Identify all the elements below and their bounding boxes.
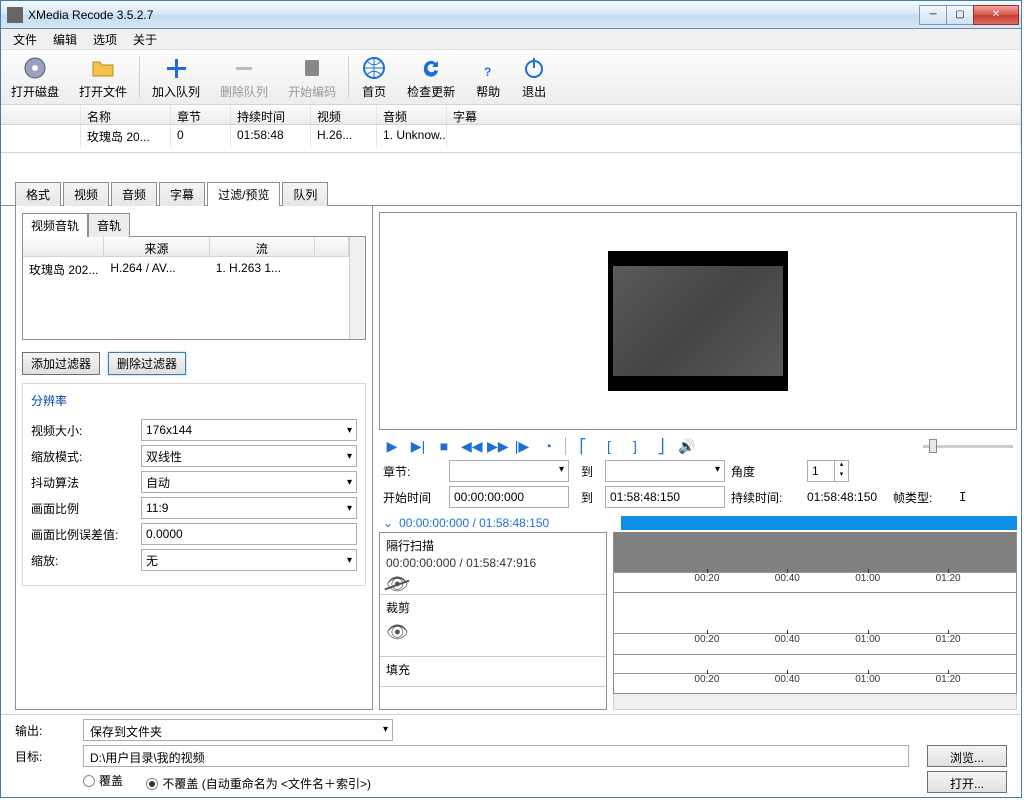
disc-icon: [22, 55, 48, 81]
encode-icon: [299, 55, 325, 81]
chapter-to-combo[interactable]: [605, 460, 725, 482]
bracket-close-icon[interactable]: ]: [626, 438, 644, 454]
menubar: 文件 编辑 选项 关于: [1, 29, 1021, 49]
stop-icon[interactable]: ■: [435, 438, 453, 454]
right-pane: ▶ ▶| ■ ◀◀ ▶▶ |▶ ◔ ⎡ [ ] ⎦ 🔊 章节: 到 角度: [379, 212, 1017, 710]
timeline-track-1[interactable]: 00:2000:4001:0001:20: [613, 532, 1017, 593]
overwrite-radio[interactable]: 覆盖: [83, 772, 123, 789]
video-preview: [379, 212, 1017, 430]
tb-del-queue: 删除队列: [210, 52, 278, 102]
main-tabs: 格式 视频 音频 字幕 过滤/预览 队列: [1, 181, 1021, 205]
next-icon[interactable]: ▶|: [409, 438, 427, 455]
mark-out-icon[interactable]: ⎦: [652, 438, 670, 455]
timeline-track-3[interactable]: 00:2000:4001:0001:20: [613, 655, 1017, 695]
filter-deinterlace[interactable]: 隔行扫描00:00:00:000 / 01:58:47:916👁: [380, 533, 606, 595]
step-icon[interactable]: |▶: [513, 438, 531, 455]
track-scrollbar[interactable]: [349, 237, 365, 339]
file-row[interactable]: 玫瑰岛 20... 0 01:58:48 H.26... 1. Unknow..…: [1, 125, 1021, 147]
output-bar: 输出: 保存到文件夹 目标: D:\用户目录\我的视频 浏览... 覆盖 不覆盖…: [1, 714, 1021, 797]
tab-video[interactable]: 视频: [63, 182, 109, 206]
play-icon[interactable]: ▶: [383, 438, 401, 455]
aspect-error-input[interactable]: 0.0000: [141, 523, 357, 545]
aspect-combo[interactable]: 11:9: [141, 497, 357, 519]
dither-combo[interactable]: 自动: [141, 471, 357, 493]
preview-frame: [608, 251, 788, 391]
rewind-icon[interactable]: ◀◀: [461, 438, 479, 455]
tb-add-queue[interactable]: 加入队列: [142, 52, 210, 102]
menu-edit[interactable]: 编辑: [45, 29, 85, 50]
window-title: XMedia Recode 3.5.2.7: [28, 8, 920, 22]
minimize-button[interactable]: ─: [919, 5, 947, 25]
tab-subtitle[interactable]: 字幕: [159, 182, 205, 206]
target-path-input[interactable]: D:\用户目录\我的视频: [83, 745, 909, 767]
tab-format[interactable]: 格式: [15, 182, 61, 206]
output-mode-combo[interactable]: 保存到文件夹: [83, 719, 393, 741]
subtab-videotrack[interactable]: 视频音轨: [22, 213, 88, 237]
maximize-button[interactable]: ▢: [946, 5, 974, 25]
subtab-audiotrack[interactable]: 音轨: [88, 213, 130, 237]
volume-slider[interactable]: [923, 445, 1013, 448]
open-button[interactable]: 打开...: [927, 771, 1007, 793]
svg-text:?: ?: [484, 65, 491, 79]
tb-home[interactable]: 首页: [351, 52, 397, 102]
eye-off-icon[interactable]: 👁: [386, 574, 409, 595]
tb-update[interactable]: 检查更新: [397, 52, 465, 102]
track-grid: 玫瑰岛 202... 来源H.264 / AV... 流1. H.263 1..…: [23, 237, 365, 339]
timeline-hscroll[interactable]: [613, 694, 1017, 710]
file-grid: 名称 章节 持续时间 视频 音频 字幕 玫瑰岛 20... 0 01:58:48…: [1, 105, 1021, 153]
power-icon: [521, 55, 547, 81]
app-window: XMedia Recode 3.5.2.7 ─ ▢ ✕ 文件 编辑 选项 关于 …: [0, 0, 1022, 798]
delete-filter-button[interactable]: 删除过滤器: [108, 352, 186, 375]
start-time-input[interactable]: 00:00:00:000: [449, 486, 569, 508]
timeline-track-2[interactable]: 00:2000:4001:0001:20: [613, 593, 1017, 654]
filter-pad[interactable]: 填充: [380, 657, 606, 687]
titlebar: XMedia Recode 3.5.2.7 ─ ▢ ✕: [1, 1, 1021, 29]
no-overwrite-radio[interactable]: 不覆盖 (自动重命名为 <文件名＋索引>): [146, 775, 371, 792]
tb-open-disc[interactable]: 打开磁盘: [1, 52, 69, 102]
menu-file[interactable]: 文件: [5, 29, 45, 50]
tb-exit[interactable]: 退出: [511, 52, 557, 102]
tb-start-encode: 开始编码: [278, 52, 346, 102]
tb-help[interactable]: ?帮助: [465, 52, 511, 102]
chevron-down-icon[interactable]: ⌄: [383, 516, 393, 530]
menu-about[interactable]: 关于: [125, 29, 165, 50]
left-pane: 视频音轨 音轨 玫瑰岛 202... 来源H.264 / AV... 流1. H…: [15, 206, 373, 710]
volume-icon[interactable]: 🔊: [678, 438, 696, 455]
clock-icon[interactable]: ◔: [539, 438, 557, 454]
globe-icon: [361, 55, 387, 81]
filter-crop[interactable]: 裁剪👁: [380, 595, 606, 657]
mark-in-icon[interactable]: ⎡: [574, 438, 592, 455]
tab-audio[interactable]: 音频: [111, 182, 157, 206]
close-button[interactable]: ✕: [973, 5, 1019, 25]
menu-options[interactable]: 选项: [85, 29, 125, 50]
zoom-combo[interactable]: 无: [141, 549, 357, 571]
eye-icon[interactable]: 👁: [386, 622, 409, 643]
scale-mode-combo[interactable]: 双线性: [141, 445, 357, 467]
refresh-icon: [418, 55, 444, 81]
plus-icon: [163, 55, 189, 81]
player-controls: ▶ ▶| ■ ◀◀ ▶▶ |▶ ◔ ⎡ [ ] ⎦ 🔊: [379, 434, 1017, 458]
angle-spinner[interactable]: 1▴▾: [807, 460, 849, 482]
video-size-combo[interactable]: 176x144: [141, 419, 357, 441]
bracket-open-icon[interactable]: [: [600, 438, 618, 454]
progress-bar[interactable]: [621, 516, 1017, 530]
resolution-group: 分辨率 视频大小:176x144 缩放模式:双线性 抖动算法自动 画面比例11:…: [22, 383, 366, 586]
app-icon: [7, 7, 23, 23]
tb-open-file[interactable]: 打开文件: [69, 52, 137, 102]
help-icon: ?: [475, 55, 501, 81]
toolbar: 打开磁盘 打开文件 加入队列 删除队列 开始编码 首页 检查更新 ?帮助 退出: [1, 49, 1021, 105]
chapter-from-combo[interactable]: [449, 460, 569, 482]
tab-filter-preview[interactable]: 过滤/预览: [207, 182, 280, 206]
folder-icon: [90, 55, 116, 81]
end-time-input[interactable]: 01:58:48:150: [605, 486, 725, 508]
tab-queue[interactable]: 队列: [282, 182, 328, 206]
browse-button[interactable]: 浏览...: [927, 745, 1007, 767]
add-filter-button[interactable]: 添加过滤器: [22, 352, 100, 375]
minus-icon: [231, 55, 257, 81]
filter-list: 隔行扫描00:00:00:000 / 01:58:47:916👁 裁剪👁 填充: [379, 532, 607, 710]
forward-icon[interactable]: ▶▶: [487, 438, 505, 455]
